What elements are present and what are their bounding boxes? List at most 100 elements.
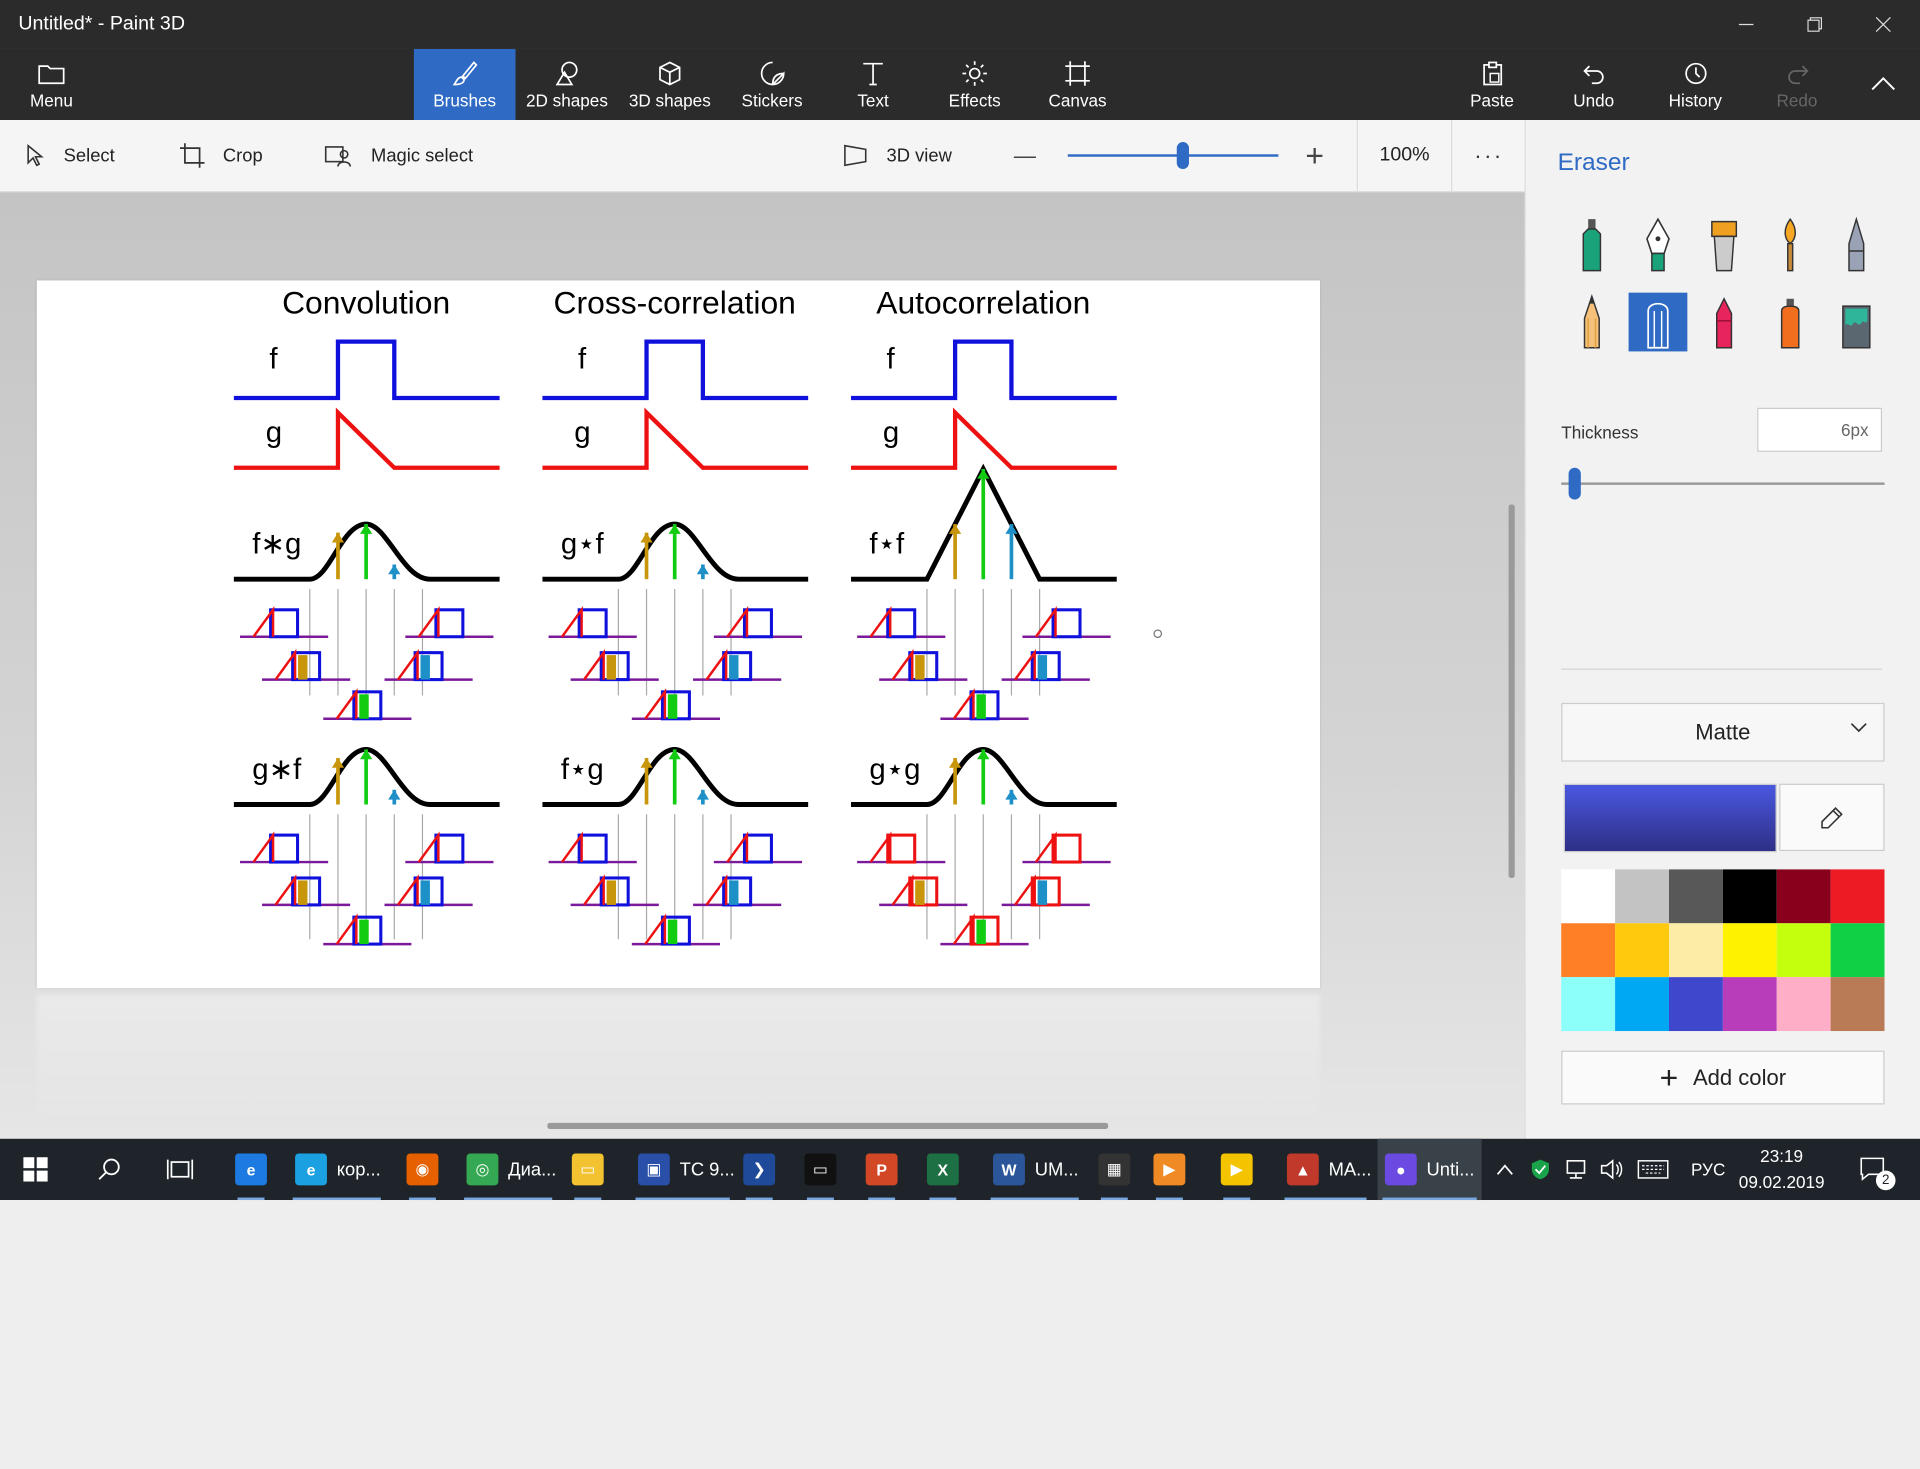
taskbar-app-paint3d[interactable]: ● Unti... — [1377, 1138, 1482, 1201]
keyboard-tray[interactable] — [1636, 1139, 1670, 1200]
close-button[interactable] — [1849, 0, 1918, 49]
zoom-slider-thumb[interactable] — [1176, 142, 1190, 169]
taskbar-app-calculator[interactable]: ▦ — [1096, 1139, 1133, 1201]
tab-effects[interactable]: Effects — [923, 49, 1026, 120]
zoom-out-button[interactable]: — — [1014, 120, 1036, 191]
color-swatch[interactable] — [1561, 869, 1616, 924]
collapse-ribbon-button[interactable] — [1851, 49, 1915, 120]
pixel-pen-brush[interactable] — [1827, 216, 1886, 275]
network-tray[interactable] — [1562, 1139, 1589, 1200]
color-swatch[interactable] — [1722, 869, 1777, 924]
tab-label: Brushes — [433, 90, 497, 111]
color-swatch[interactable] — [1561, 923, 1616, 978]
tab-stickers[interactable]: Stickers — [721, 49, 823, 120]
color-swatch[interactable] — [1722, 923, 1777, 978]
eyedropper-button[interactable] — [1779, 783, 1885, 852]
color-swatch[interactable] — [1561, 977, 1616, 1032]
thickness-slider-track[interactable] — [1561, 482, 1885, 485]
spray-can-brush[interactable] — [1761, 293, 1820, 352]
tab-brushes[interactable]: Brushes — [413, 48, 516, 121]
thickness-input[interactable]: 6px — [1757, 407, 1883, 452]
color-swatch[interactable] — [1615, 977, 1669, 1032]
show-hidden-icons[interactable] — [1493, 1139, 1517, 1200]
marker-brush[interactable] — [1562, 216, 1621, 275]
redo-button[interactable]: Redo — [1746, 49, 1848, 120]
color-swatch[interactable] — [1668, 923, 1723, 978]
fill-bucket-brush[interactable] — [1827, 293, 1886, 352]
add-color-button[interactable]: + Add color — [1561, 1050, 1885, 1105]
restore-button[interactable] — [1780, 0, 1849, 49]
taskbar-app-chrome[interactable]: ◎ Диа... — [459, 1139, 557, 1201]
secondary-toolbar: Select Crop Magic select 3D view — + 100… — [0, 120, 1525, 193]
pencil-brush[interactable] — [1562, 293, 1621, 352]
volume-tray[interactable] — [1598, 1139, 1625, 1200]
defender-tray[interactable] — [1528, 1139, 1552, 1200]
color-swatch[interactable] — [1830, 977, 1885, 1032]
f-label: f — [887, 343, 896, 376]
menu-button[interactable]: Menu — [15, 49, 88, 120]
taskbar-app-total-commander[interactable]: ▣ TC 9... — [631, 1139, 735, 1201]
task-view-button[interactable] — [164, 1139, 196, 1200]
color-swatch[interactable] — [1722, 977, 1777, 1032]
taskbar-app-media-player[interactable]: ▶ — [1151, 1139, 1188, 1201]
taskbar-app-player[interactable]: ▶ — [1218, 1139, 1255, 1201]
language-indicator[interactable]: РУС — [1687, 1139, 1729, 1200]
action-center-button[interactable]: 2 — [1851, 1139, 1896, 1200]
eraser-brush[interactable] — [1628, 292, 1688, 352]
mini-mid-right-overlap — [1037, 655, 1048, 680]
tab-text[interactable]: Text — [823, 49, 923, 120]
crayon-brush[interactable] — [1695, 293, 1754, 352]
calligraphy-pen-brush[interactable] — [1629, 216, 1688, 275]
gold-arrow-head — [331, 757, 345, 768]
color-swatch[interactable] — [1776, 977, 1831, 1032]
vertical-scrollbar[interactable] — [1508, 504, 1515, 878]
taskbar-app-word[interactable]: W UM... — [986, 1139, 1084, 1201]
taskbar-app-edge[interactable]: e — [233, 1139, 270, 1201]
search-button[interactable] — [93, 1139, 125, 1200]
minimize-button[interactable] — [1712, 0, 1781, 49]
color-swatch[interactable] — [1830, 869, 1885, 924]
color-swatch[interactable] — [1615, 923, 1669, 978]
taskbar-app-ie[interactable]: e кор... — [288, 1139, 386, 1201]
undo-button[interactable]: Undo — [1543, 49, 1645, 120]
zoom-slider[interactable] — [1067, 142, 1279, 169]
drawing-canvas[interactable]: Convolution f g f∗g g∗f Cross-correlation f g g⋆… — [36, 280, 1321, 989]
color-swatch[interactable] — [1668, 977, 1723, 1032]
magic-select-tool[interactable]: Magic select — [324, 120, 473, 191]
horizontal-scrollbar[interactable] — [547, 1122, 1109, 1129]
taskbar-app-powershell[interactable]: ❯ — [741, 1139, 778, 1201]
history-button[interactable]: History — [1645, 49, 1747, 120]
start-button[interactable] — [17, 1139, 54, 1200]
watercolor-brush[interactable] — [1761, 216, 1820, 275]
color-swatch[interactable] — [1830, 923, 1885, 978]
select-tool[interactable]: Select — [24, 120, 115, 191]
color-swatch[interactable] — [1615, 869, 1669, 924]
zoom-value-box[interactable]: 100% — [1356, 120, 1453, 192]
current-color-swatch[interactable] — [1563, 783, 1777, 853]
mini-right-box — [742, 833, 773, 864]
clock[interactable]: 23:19 09.02.2019 — [1739, 1144, 1825, 1195]
mini-center-overlap — [976, 919, 986, 945]
more-options-button[interactable]: ··· — [1474, 120, 1503, 191]
thickness-slider-thumb[interactable] — [1568, 467, 1581, 500]
color-swatch[interactable] — [1776, 869, 1831, 924]
oil-brush[interactable] — [1695, 216, 1754, 275]
taskbar-app-firefox[interactable]: ◉ — [404, 1139, 441, 1201]
color-swatch[interactable] — [1776, 923, 1831, 978]
taskbar-app-explorer[interactable]: ▭ — [569, 1139, 606, 1201]
tab-2d-shapes[interactable]: 2D shapes — [516, 49, 619, 120]
workspace[interactable]: Convolution f g f∗g g∗f Cross-correlation f g g⋆… — [0, 192, 1525, 1139]
taskbar-app-excel[interactable]: X — [924, 1139, 961, 1201]
taskbar-app-powerpoint[interactable]: P — [863, 1139, 900, 1201]
color-swatch[interactable] — [1668, 869, 1723, 924]
taskbar-app-matlab[interactable]: ▲ MA... — [1280, 1139, 1371, 1201]
result-label: g⋆f — [561, 527, 605, 560]
tab-canvas[interactable]: Canvas — [1026, 49, 1129, 120]
taskbar-app-cmd[interactable]: ▭ — [802, 1139, 839, 1201]
finish-dropdown[interactable]: Matte — [1561, 702, 1885, 762]
paste-button[interactable]: Paste — [1441, 49, 1543, 120]
zoom-in-button[interactable]: + — [1305, 120, 1324, 191]
3d-view-toggle[interactable]: 3D view — [842, 120, 952, 191]
crop-tool[interactable]: Crop — [179, 120, 263, 191]
tab-3d-shapes[interactable]: 3D shapes — [618, 49, 721, 120]
